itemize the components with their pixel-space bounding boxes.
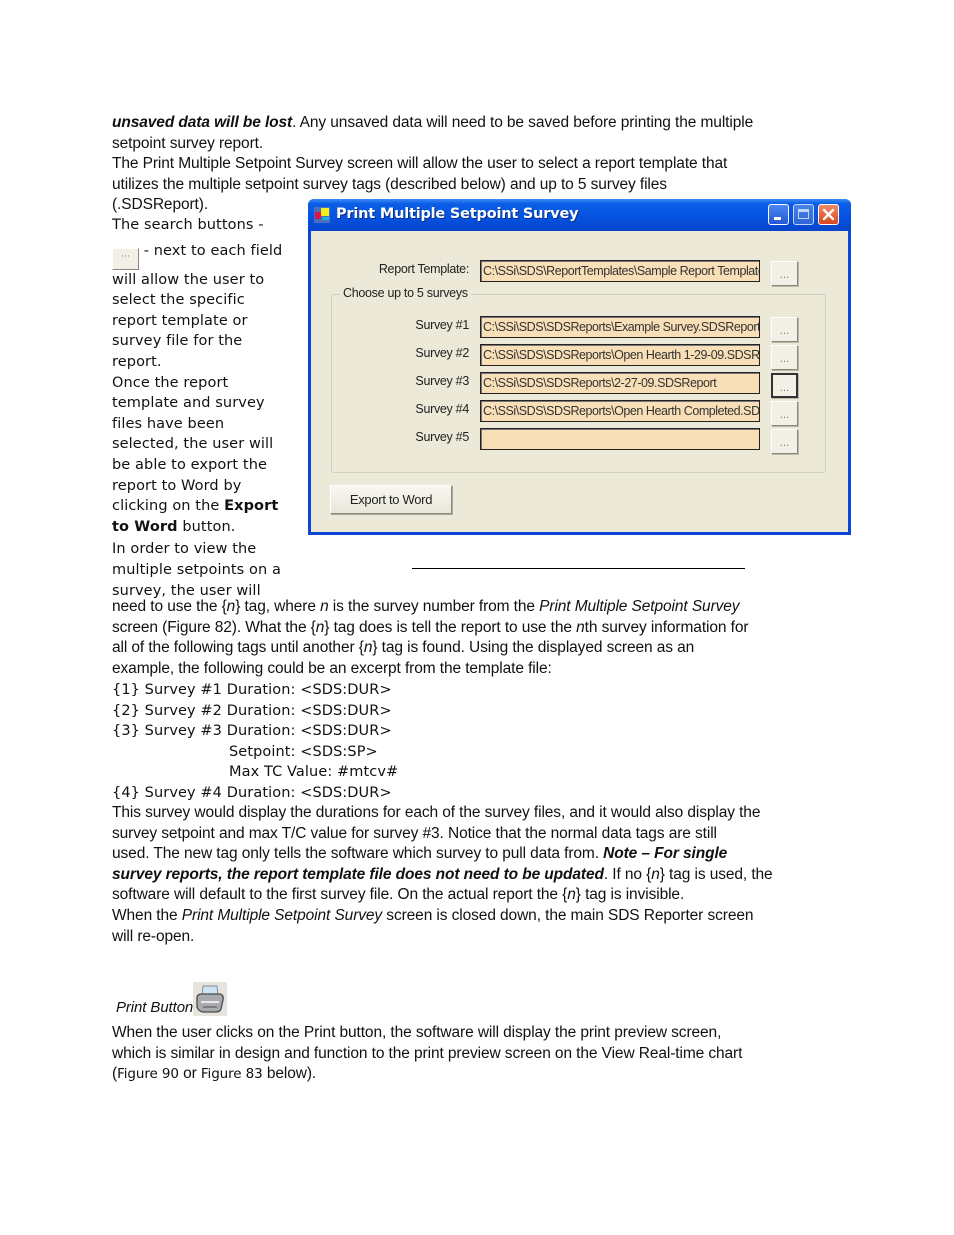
close-icon [822,208,835,221]
maximize-icon [798,209,809,219]
excerpt-line: Max TC Value: #mtcv# [229,764,399,781]
figure-90-link[interactable]: Figure 90 [117,1066,179,1082]
display-paragraph: This survey would display the durations … [112,804,773,945]
dialog-title: Print Multiple Setpoint Survey [336,206,579,222]
survey-2-field[interactable]: C:\SSi\SDS\SDSReports\Open Hearth 1-29-0… [480,344,760,366]
note-text: Note – For single [603,845,728,863]
survey-5-field[interactable] [480,428,760,450]
unsaved-warning: unsaved data will be lost [112,114,293,131]
app-icon [314,207,330,223]
print-paragraph: When the user clicks on the Print button… [112,1024,743,1083]
survey-3-browse-button[interactable]: ... [771,373,798,398]
excerpt-line: Setpoint: <SDS:SP> [229,743,378,760]
survey-4-label: Survey #4 [415,402,469,416]
figure-83-link[interactable]: Figure 83 [201,1066,263,1082]
survey-3-label: Survey #3 [415,374,469,388]
n-tag-paragraph: need to use the {n} tag, where n is the … [112,598,749,677]
survey-5-label: Survey #5 [415,430,469,444]
figure-caption-rule [412,568,745,569]
report-template-field[interactable]: C:\SSi\SDS\ReportTemplates\Sample Report… [480,260,760,282]
print-button-heading: Print Button [116,982,846,1019]
print-multiple-setpoint-survey-dialog: Print Multiple Setpoint Survey Report Te… [308,199,851,535]
report-template-label: Report Template: [378,262,469,276]
printer-icon [193,982,228,1016]
report-template-browse-button[interactable]: ... [771,261,798,286]
note-text: survey reports, the report template file… [112,865,604,883]
survey-group-title: Choose up to 5 surveys [340,286,471,300]
survey-1-browse-button[interactable]: ... [771,317,798,342]
excerpt-line: {2} Survey #2 Duration: <SDS:DUR> [112,702,392,719]
survey-1-field[interactable]: C:\SSi\SDS\SDSReports\Example Survey.SDS… [480,316,760,338]
survey-2-browse-button[interactable]: ... [771,345,798,370]
close-button[interactable] [818,204,839,225]
dialog-client-area: Report Template: C:\SSi\SDS\ReportTempla… [311,231,848,532]
survey-2-label: Survey #2 [415,346,469,360]
minimize-icon [774,217,781,220]
excerpt-line: {3} Survey #3 Duration: <SDS:DUR> [112,723,392,740]
survey-1-label: Survey #1 [415,318,469,332]
survey-4-browse-button[interactable]: ... [771,401,798,426]
dialog-titlebar: Print Multiple Setpoint Survey [308,199,851,231]
survey-5-browse-button[interactable]: ... [771,429,798,454]
excerpt-line: {1} Survey #1 Duration: <SDS:DUR> [112,682,392,698]
inline-browse-button-image: ··· [112,247,139,270]
template-excerpt: {1} Survey #1 Duration: <SDS:DUR> {2} Su… [112,680,842,804]
minimize-button[interactable] [768,204,789,225]
excerpt-line: {4} Survey #4 Duration: <SDS:DUR> [112,784,392,801]
maximize-button[interactable] [793,204,814,225]
survey-4-field[interactable]: C:\SSi\SDS\SDSReports\Open Hearth Comple… [480,400,760,422]
search-buttons-paragraph: The search buttons - ··· - next to each … [112,217,283,599]
survey-3-field[interactable]: C:\SSi\SDS\SDSReports\2-27-09.SDSReport [480,372,760,394]
export-to-word-button[interactable]: Export to Word [330,485,452,514]
